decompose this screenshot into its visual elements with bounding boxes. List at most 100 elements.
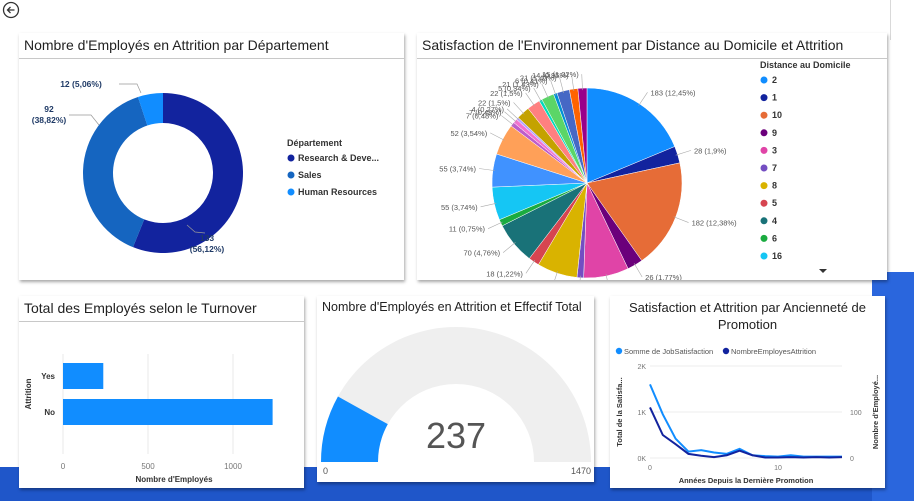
- donut-data-label: (56,12%): [190, 244, 225, 254]
- series-line[interactable]: [649, 406, 843, 459]
- leader-line: [633, 263, 643, 278]
- legend-title: Distance au Domicile: [760, 60, 851, 70]
- y-left-tick-label: 2K: [637, 364, 646, 371]
- pie-data-label: 55 (3,74%): [439, 164, 476, 173]
- gauge-max-label: 1470: [571, 466, 591, 476]
- panel-attrition-by-department: Nombre d'Employés en Attrition par Dépar…: [19, 33, 404, 280]
- leader-line: [541, 83, 549, 99]
- legend-marker: [760, 234, 768, 242]
- legend-marker: [287, 171, 295, 179]
- line-chart: Somme de JobSatisfaction NombreEmployesAt…: [615, 347, 880, 485]
- leader-line: [525, 259, 536, 274]
- gauge-min-label: 0: [323, 466, 328, 476]
- legend-item[interactable]: 9: [772, 128, 777, 138]
- panel-turnover: Total des Employés selon le Turnover 0 50…: [19, 296, 304, 488]
- legend-item[interactable]: 4: [772, 216, 777, 226]
- legend-item[interactable]: 1: [772, 93, 777, 103]
- pie-data-label: 18 (1,22%): [486, 269, 523, 278]
- x-tick-label: 0: [648, 465, 652, 472]
- pie-data-label: 11 (0,75%): [449, 225, 486, 234]
- pie-data-label: 52 (3,54%): [451, 129, 488, 138]
- legend-item[interactable]: 6: [772, 233, 777, 243]
- leader-line: [478, 168, 495, 171]
- legend-marker: [760, 217, 768, 225]
- legend-item[interactable]: 3: [772, 145, 777, 155]
- y-left-tick-label: 1K: [637, 410, 646, 417]
- leader-line: [506, 108, 520, 120]
- pie-data-label: 183 (12,45%): [651, 88, 697, 97]
- y-right-axis-title: Nombre d'Employé...: [871, 375, 880, 449]
- leader-line: [502, 242, 516, 253]
- y-left-tick-label: 0K: [637, 456, 646, 463]
- x-axis-title: Années Depuis la Dernière Promotion: [679, 476, 814, 485]
- leader-line: [487, 221, 503, 229]
- leader-line: [501, 115, 515, 126]
- legend-title: Département: [287, 138, 342, 148]
- legend-marker: [722, 347, 730, 355]
- legend-item[interactable]: NombreEmployesAttrition: [731, 347, 816, 356]
- leader-line: [581, 74, 583, 91]
- gauge-value: 237: [426, 415, 486, 456]
- legend-marker: [760, 94, 768, 102]
- legend-item[interactable]: 2: [772, 75, 777, 85]
- donut-slice[interactable]: [83, 97, 148, 248]
- donut-data-label: 133: [200, 233, 214, 243]
- panel-satisfaction-by-distance: Satisfaction de l'Environnement par Dist…: [417, 33, 887, 280]
- legend-marker: [760, 164, 768, 172]
- legend-item[interactable]: Somme de JobSatisfaction: [624, 347, 713, 356]
- donut-data-label: 92: [44, 104, 54, 114]
- legend-marker: [760, 199, 768, 207]
- y-tick-label: Yes: [41, 372, 55, 381]
- legend-marker: [760, 146, 768, 154]
- legend-item[interactable]: 7: [772, 163, 777, 173]
- pie-data-label: 182 (12,38%): [692, 219, 738, 228]
- pie-chart: 183 (12,45%) 28 (1,9%) 182 (12,38%) 26 (1,7…: [439, 60, 851, 280]
- bar[interactable]: [63, 363, 104, 389]
- x-tick-label: 1000: [224, 462, 242, 471]
- legend-marker: [760, 252, 768, 260]
- panel-gauge: Nombre d'Employés en Attrition et Effect…: [317, 296, 594, 482]
- leader-line: [480, 203, 497, 208]
- pie-data-label: 55 (3,74%): [441, 203, 478, 212]
- pie-data-label: 15 (1,02%): [542, 70, 579, 79]
- legend-item[interactable]: 16: [772, 251, 782, 261]
- leader-line: [69, 114, 100, 126]
- leader-line: [119, 83, 142, 94]
- leader-line: [513, 102, 525, 115]
- gauge-chart: 237 0 1470: [321, 327, 591, 476]
- donut-data-label: 12 (5,06%): [60, 79, 102, 89]
- background-divider: [890, 0, 891, 40]
- bar[interactable]: [63, 399, 273, 425]
- y-tick-label: No: [44, 408, 55, 417]
- legend-marker: [287, 154, 295, 162]
- legend-marker: [615, 347, 623, 355]
- leader-line: [525, 92, 535, 107]
- y-axis-title: Attrition: [24, 378, 33, 409]
- leader-line: [638, 92, 648, 106]
- legend-marker: [760, 129, 768, 137]
- legend-item[interactable]: 8: [772, 181, 777, 191]
- legend-item[interactable]: Sales: [298, 170, 322, 180]
- legend-marker: [287, 188, 295, 196]
- pie-data-label: 28 (1,9%): [694, 146, 727, 155]
- legend-scroll-down-icon[interactable]: [819, 269, 827, 273]
- x-tick-label: 10: [774, 465, 782, 472]
- x-tick-label: 500: [141, 462, 155, 471]
- back-arrow-icon[interactable]: [2, 1, 20, 19]
- y-left-axis-title: Total de la Satisfa...: [615, 377, 624, 446]
- legend-item[interactable]: Research & Deve...: [298, 153, 379, 163]
- legend-item[interactable]: Human Resources: [298, 187, 377, 197]
- pie-data-label: 22 (1,5%): [478, 98, 511, 107]
- legend-marker: [760, 76, 768, 84]
- x-tick-label: 0: [61, 462, 66, 471]
- legend-item[interactable]: 10: [772, 110, 782, 120]
- bar-chart: 0 500 1000 Yes No Nombre d'Employés Attrition: [24, 354, 273, 484]
- leader-line: [504, 111, 517, 123]
- donut-chart: 133(56,12%) 92(38,82%) 12 (5,06%) Départeme…: [32, 79, 379, 254]
- leader-line: [490, 132, 505, 141]
- legend-marker: [760, 111, 768, 119]
- x-axis-title: Nombre d'Employés: [135, 475, 213, 484]
- legend-item[interactable]: 5: [772, 198, 777, 208]
- y-right-tick-label: 100: [850, 410, 862, 417]
- legend-marker: [760, 182, 768, 190]
